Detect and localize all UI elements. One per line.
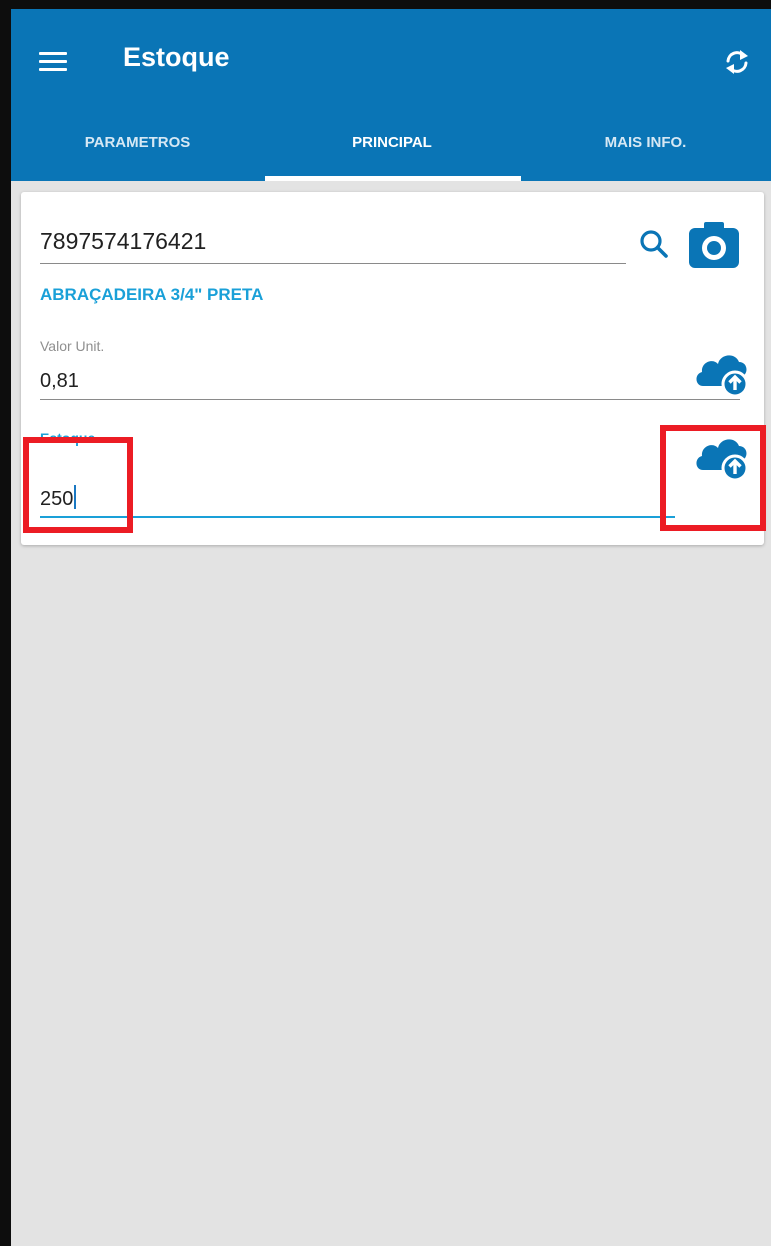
cloud-upload-icon[interactable]: [693, 426, 749, 482]
barcode-input[interactable]: [40, 224, 626, 264]
camera-icon[interactable]: [687, 220, 741, 270]
app-screen: Estoque PARAMETROS PRINCIPAL MAIS INFO.: [11, 9, 771, 1246]
tab-principal[interactable]: PRINCIPAL: [264, 121, 520, 181]
valor-unit-label: Valor Unit.: [40, 338, 105, 354]
active-tab-indicator: [265, 176, 521, 181]
estoque-input[interactable]: [40, 478, 675, 518]
device-bezel-left: [0, 0, 11, 1246]
product-name: ABRAÇADEIRA 3/4" PRETA: [40, 285, 264, 304]
product-form-card: ABRAÇADEIRA 3/4" PRETA Valor Unit. Estoq…: [21, 192, 764, 545]
app-title: Estoque: [123, 42, 230, 72]
cloud-upload-icon[interactable]: [693, 342, 749, 398]
estoque-value-text: 250: [40, 488, 74, 510]
valor-unit-input[interactable]: [40, 364, 740, 400]
estoque-value[interactable]: 250: [40, 485, 77, 511]
hamburger-menu-icon[interactable]: [39, 49, 69, 73]
search-icon[interactable]: [637, 227, 671, 261]
text-cursor: [74, 485, 77, 509]
tab-mais-info[interactable]: MAIS INFO.: [520, 121, 771, 181]
estoque-label: Estoque: [40, 430, 96, 446]
tab-bar: PARAMETROS PRINCIPAL MAIS INFO.: [11, 121, 771, 181]
device-bezel-top: [0, 0, 771, 9]
app-bar: Estoque PARAMETROS PRINCIPAL MAIS INFO.: [11, 9, 771, 181]
sync-icon[interactable]: [722, 47, 752, 77]
tab-parametros[interactable]: PARAMETROS: [11, 121, 264, 181]
phone-frame: Estoque PARAMETROS PRINCIPAL MAIS INFO.: [0, 0, 771, 1246]
